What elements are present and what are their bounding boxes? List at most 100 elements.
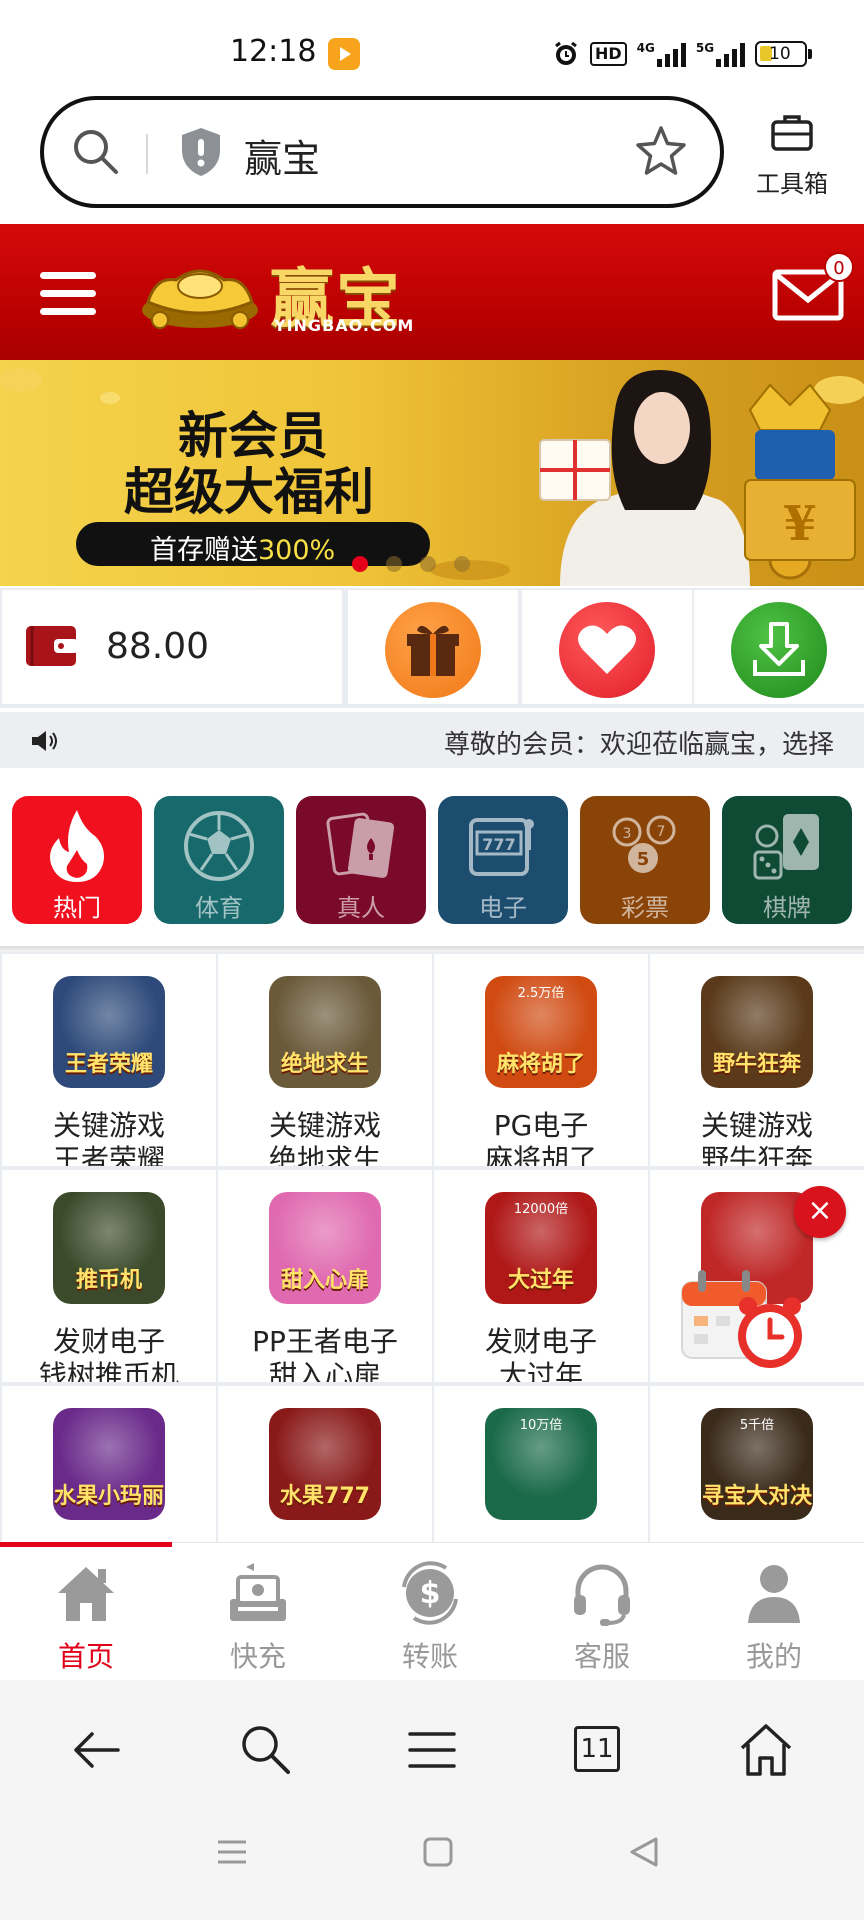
game-thumbnail[interactable]: 水果小玛丽 xyxy=(53,1408,165,1520)
video-app-icon xyxy=(328,38,360,70)
gift-button[interactable] xyxy=(348,590,518,704)
user-icon xyxy=(748,1565,800,1623)
address-bar[interactable]: 赢宝 xyxy=(40,96,724,208)
search-icon[interactable] xyxy=(236,1720,296,1780)
back-arrow-icon[interactable] xyxy=(68,1720,128,1780)
tabs-button[interactable]: 11 xyxy=(568,1720,628,1780)
game-card[interactable]: 绝地求生 关键游戏 绝地求生 xyxy=(218,954,432,1166)
nav-profile[interactable]: 我的 xyxy=(688,1553,860,1673)
game-thumbnail[interactable]: 王者荣耀 xyxy=(53,976,165,1088)
game-thumbnail[interactable]: 推币机 xyxy=(53,1192,165,1304)
app-bottom-nav: 首页 快充 $ 转账 客服 我的 xyxy=(0,1542,864,1678)
category-label: 体育 xyxy=(195,894,243,922)
site-domain: YINGBAO.COM xyxy=(274,316,415,335)
download-button[interactable] xyxy=(694,590,864,704)
svg-text:¥: ¥ xyxy=(783,496,816,552)
favorite-button[interactable] xyxy=(522,590,692,704)
nav-customer-service[interactable]: 客服 xyxy=(516,1553,688,1673)
toolbox-button[interactable]: 工具箱 xyxy=(752,112,832,198)
soccer-ball-icon xyxy=(184,811,254,881)
game-card[interactable]: 水果小玛丽 xyxy=(2,1386,216,1542)
menu-icon[interactable] xyxy=(402,1720,462,1780)
carousel-dot[interactable] xyxy=(352,556,368,572)
carousel-dot[interactable] xyxy=(454,556,470,572)
game-card[interactable]: 甜入心扉 PP王者电子 甜入心扉 xyxy=(218,1170,432,1382)
chess-card-icon xyxy=(753,814,819,880)
offer-prefix: 首存赠送 xyxy=(150,535,258,566)
nav-transfer[interactable]: $ 转账 xyxy=(344,1553,516,1673)
home-icon[interactable] xyxy=(736,1720,796,1780)
category-live-casino[interactable]: 真人 xyxy=(296,796,426,924)
alarm-icon xyxy=(555,41,577,65)
category-board-games[interactable]: 棋牌 xyxy=(722,796,852,924)
game-card[interactable]: 野牛狂奔 关键游戏 野牛狂奔 xyxy=(650,954,864,1166)
carousel-dot[interactable] xyxy=(420,556,436,572)
banner-carousel-dots[interactable] xyxy=(352,556,470,572)
banner-headline-2: 超级大福利 xyxy=(124,463,374,521)
bookmark-star-icon[interactable] xyxy=(634,124,688,178)
nav-quick-deposit[interactable]: 快充 xyxy=(172,1553,344,1673)
game-thumbnail[interactable]: 2.5万倍 麻将胡了 xyxy=(485,976,597,1088)
nav-label: 我的 xyxy=(745,1640,802,1673)
home-square-icon[interactable] xyxy=(422,1836,454,1868)
game-thumbnail[interactable]: 水果777 xyxy=(269,1408,381,1520)
hamburger-menu-button[interactable] xyxy=(40,272,96,316)
signal-5g: 5G xyxy=(696,41,746,67)
game-thumbnail[interactable]: 绝地求生 xyxy=(269,976,381,1088)
game-card[interactable]: 推币机 发财电子 钱树推币机 xyxy=(2,1170,216,1382)
svg-text:777: 777 xyxy=(482,835,515,854)
url-text[interactable]: 赢宝 xyxy=(244,128,320,183)
signal-4g: 4G xyxy=(637,41,686,67)
gold-ingot-logo-icon xyxy=(142,269,258,329)
calendar-alarm-icon[interactable] xyxy=(678,1260,818,1380)
dollar-transfer-icon: $ xyxy=(402,1561,458,1625)
nav-label: 首页 xyxy=(57,1640,114,1673)
toolbox-label: 工具箱 xyxy=(756,170,828,198)
shield-icon[interactable] xyxy=(178,126,224,178)
download-icon xyxy=(753,622,805,676)
game-thumbnail[interactable]: 5千倍 寻宝大对决 xyxy=(701,1408,813,1520)
wallet-balance[interactable]: 88.00 xyxy=(2,590,342,704)
recent-apps-icon[interactable] xyxy=(216,1836,248,1868)
browser-toolbar: 11 xyxy=(0,1680,864,1814)
category-hot[interactable]: 热门 xyxy=(12,796,142,924)
category-sports[interactable]: 体育 xyxy=(154,796,284,924)
status-bar: 12:18 HD 4G 5G 10 xyxy=(0,0,864,92)
game-card[interactable]: 10万倍 xyxy=(434,1386,648,1542)
game-card[interactable]: 5千倍 寻宝大对决 xyxy=(650,1386,864,1542)
game-thumbnail-caption: 寻宝大对决 xyxy=(701,1484,812,1509)
nav-label: 快充 xyxy=(229,1640,286,1673)
wallet-row: 88.00 xyxy=(0,588,864,708)
game-title: 甜入心扉 xyxy=(268,1359,381,1382)
game-multiplier-tag: 10万倍 xyxy=(519,1418,563,1433)
gift-icon xyxy=(407,625,459,676)
system-nav-bar xyxy=(0,1814,864,1920)
carousel-dot[interactable] xyxy=(386,556,402,572)
nav-home[interactable]: 首页 xyxy=(0,1553,172,1673)
gift-circle xyxy=(385,602,481,698)
game-thumbnail[interactable]: 甜入心扉 xyxy=(269,1192,381,1304)
status-indicators: HD 4G 5G 10 xyxy=(552,36,813,72)
wallet-icon xyxy=(26,626,78,666)
signal-bars-icon xyxy=(716,43,746,67)
announcement-marquee[interactable]: 尊敬的会员：欢迎莅临赢宝，选择 xyxy=(0,712,864,768)
category-label: 棋牌 xyxy=(763,894,811,922)
back-triangle-icon[interactable] xyxy=(628,1836,660,1868)
close-ad-button[interactable]: × xyxy=(794,1186,846,1238)
slot-machine-icon: 777 xyxy=(469,818,534,876)
search-icon[interactable] xyxy=(70,126,122,178)
game-thumbnail[interactable]: 12000倍 大过年 xyxy=(485,1192,597,1304)
game-thumbnail[interactable]: 10万倍 xyxy=(485,1408,597,1520)
banner-model-illustration: ¥ xyxy=(539,370,856,586)
game-thumbnail[interactable]: 野牛狂奔 xyxy=(701,976,813,1088)
game-card[interactable]: 12000倍 大过年 发财电子 大过年 xyxy=(434,1170,648,1382)
game-card[interactable]: 王者荣耀 关键游戏 王者荣耀 xyxy=(2,954,216,1166)
category-slots[interactable]: 777 电子 xyxy=(438,796,568,924)
game-card[interactable]: 水果777 xyxy=(218,1386,432,1542)
game-card[interactable]: 2.5万倍 麻将胡了 PG电子 麻将胡了 xyxy=(434,954,648,1166)
banner-offer-text: 首存赠送300% xyxy=(150,528,335,567)
category-lottery[interactable]: 57 3 彩票 xyxy=(580,796,710,924)
svg-text:5: 5 xyxy=(637,849,650,870)
game-thumbnail-caption: 大过年 xyxy=(507,1268,574,1293)
promo-banner[interactable]: 新会员 超级大福利 首存赠送300% ¥ xyxy=(0,360,864,586)
